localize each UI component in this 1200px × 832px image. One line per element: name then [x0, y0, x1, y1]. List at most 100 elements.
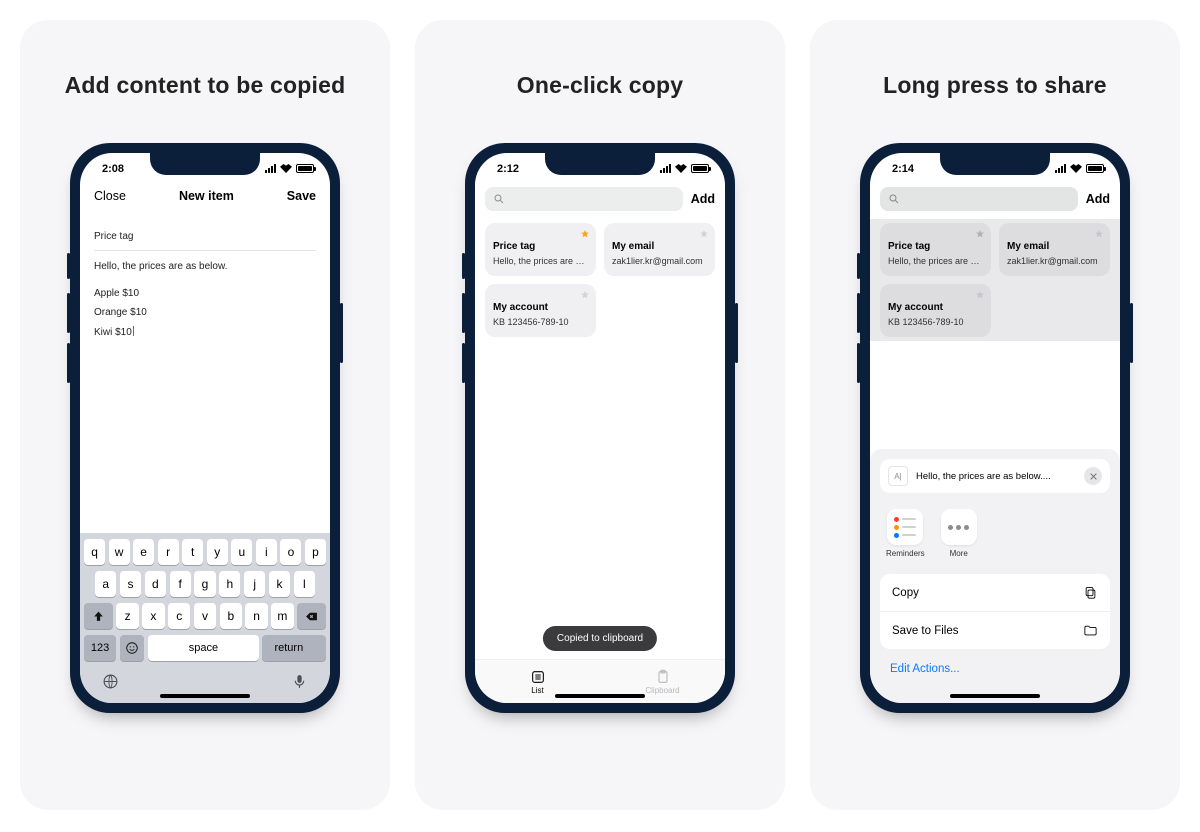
search-icon — [493, 193, 505, 205]
app-reminders[interactable]: Reminders — [886, 509, 925, 558]
title-field[interactable]: Price tag — [94, 221, 316, 251]
key-x[interactable]: x — [142, 603, 164, 629]
key-u[interactable]: u — [231, 539, 252, 565]
status-indicators — [265, 164, 314, 173]
search-icon — [888, 193, 900, 205]
new-item-form: Price tag Hello, the prices are as below… — [80, 211, 330, 342]
status-time: 2:12 — [497, 163, 519, 175]
key-n[interactable]: n — [245, 603, 267, 629]
key-backspace[interactable] — [297, 603, 326, 629]
add-button[interactable]: Add — [691, 192, 715, 206]
key-j[interactable]: j — [244, 571, 265, 597]
search-input[interactable] — [880, 187, 1078, 211]
folder-icon — [1083, 623, 1098, 638]
key-123[interactable]: 123 — [84, 635, 116, 661]
list-icon — [530, 669, 546, 685]
clipboard-icon — [655, 669, 671, 685]
card-my-email[interactable]: My email zak1lier.kr@gmail.com — [999, 223, 1110, 276]
nav-bar: Close New item Save — [80, 181, 330, 211]
key-a[interactable]: a — [95, 571, 116, 597]
search-input[interactable] — [485, 187, 683, 211]
key-w[interactable]: w — [109, 539, 130, 565]
close-button[interactable]: Close — [94, 189, 126, 203]
card-my-account[interactable]: My account KB 123456-789-10 — [880, 284, 991, 337]
key-m[interactable]: m — [271, 603, 293, 629]
key-shift[interactable] — [84, 603, 113, 629]
key-p[interactable]: p — [305, 539, 326, 565]
key-f[interactable]: f — [170, 571, 191, 597]
key-q[interactable]: q — [84, 539, 105, 565]
card-title: My account — [493, 302, 588, 313]
key-c[interactable]: c — [168, 603, 190, 629]
key-l[interactable]: l — [294, 571, 315, 597]
share-preview-row: A| Hello, the prices are as below.... — [880, 459, 1110, 493]
star-icon — [1094, 229, 1104, 241]
app-label: More — [950, 549, 968, 558]
card-my-email[interactable]: My email zak1lier.kr@gmail.com — [604, 223, 715, 276]
key-k[interactable]: k — [269, 571, 290, 597]
key-d[interactable]: d — [145, 571, 166, 597]
card-my-account[interactable]: My account KB 123456-789-10 — [485, 284, 596, 337]
home-indicator[interactable] — [555, 694, 645, 698]
keyboard: q w e r t y u i o p a s d f g h — [80, 533, 330, 703]
close-share-button[interactable] — [1084, 467, 1102, 485]
card-subtitle: KB 123456-789-10 — [493, 317, 588, 327]
app-more[interactable]: More — [941, 509, 977, 558]
key-i[interactable]: i — [256, 539, 277, 565]
wifi-icon — [280, 164, 292, 173]
key-v[interactable]: v — [194, 603, 216, 629]
signal-icon — [265, 164, 276, 173]
key-z[interactable]: z — [116, 603, 138, 629]
action-copy[interactable]: Copy — [880, 574, 1110, 612]
panel-title: Add content to be copied — [65, 72, 346, 99]
panel-long-press-share: Long press to share 2:14 Add — [810, 20, 1180, 810]
star-icon — [699, 229, 709, 241]
copy-icon — [1083, 585, 1098, 600]
save-button[interactable]: Save — [287, 189, 316, 203]
card-subtitle: zak1lier.kr@gmail.com — [612, 256, 707, 266]
more-icon — [941, 509, 977, 545]
edit-actions-link[interactable]: Edit Actions... — [880, 661, 1110, 675]
signal-icon — [660, 164, 671, 173]
body-line-caret[interactable]: Kiwi $10 — [94, 322, 316, 342]
key-space[interactable]: space — [148, 635, 259, 661]
key-h[interactable]: h — [219, 571, 240, 597]
phone-frame: 2:14 Add Price tag — [860, 143, 1130, 713]
action-save-files[interactable]: Save to Files — [880, 612, 1110, 649]
home-indicator[interactable] — [950, 694, 1040, 698]
key-emoji[interactable] — [120, 635, 145, 661]
key-r[interactable]: r — [158, 539, 179, 565]
text-preview-icon: A| — [888, 466, 908, 486]
home-indicator[interactable] — [160, 694, 250, 698]
star-icon — [580, 229, 590, 241]
key-return[interactable]: return — [262, 635, 326, 661]
key-t[interactable]: t — [182, 539, 203, 565]
globe-icon[interactable] — [102, 673, 119, 693]
body-line[interactable]: Apple $10 — [94, 284, 316, 303]
mic-icon[interactable] — [291, 673, 308, 693]
key-b[interactable]: b — [220, 603, 242, 629]
key-e[interactable]: e — [133, 539, 154, 565]
status-indicators — [1055, 164, 1104, 173]
action-label: Copy — [892, 587, 919, 599]
battery-icon — [691, 164, 709, 173]
key-s[interactable]: s — [120, 571, 141, 597]
screen-2: 2:12 Add Price tag Hello, the prices are… — [475, 153, 725, 703]
key-y[interactable]: y — [207, 539, 228, 565]
battery-icon — [1086, 164, 1104, 173]
card-price-tag[interactable]: Price tag Hello, the prices are as... — [485, 223, 596, 276]
key-o[interactable]: o — [280, 539, 301, 565]
share-sheet: A| Hello, the prices are as below.... — [870, 449, 1120, 703]
key-g[interactable]: g — [194, 571, 215, 597]
body-line[interactable]: Hello, the prices are as below. — [94, 251, 316, 284]
card-title: My account — [888, 302, 983, 313]
tab-label: Clipboard — [645, 686, 679, 695]
body-line[interactable]: Orange $10 — [94, 303, 316, 322]
action-label: Save to Files — [892, 625, 958, 637]
share-preview-text: Hello, the prices are as below.... — [916, 471, 1076, 482]
add-button[interactable]: Add — [1086, 192, 1110, 206]
screen-3: 2:14 Add Price tag — [870, 153, 1120, 703]
card-subtitle: zak1lier.kr@gmail.com — [1007, 256, 1102, 266]
card-price-tag[interactable]: Price tag Hello, the prices are as... — [880, 223, 991, 276]
screen-1: 2:08 Close New item Save Price tag Hello… — [80, 153, 330, 703]
